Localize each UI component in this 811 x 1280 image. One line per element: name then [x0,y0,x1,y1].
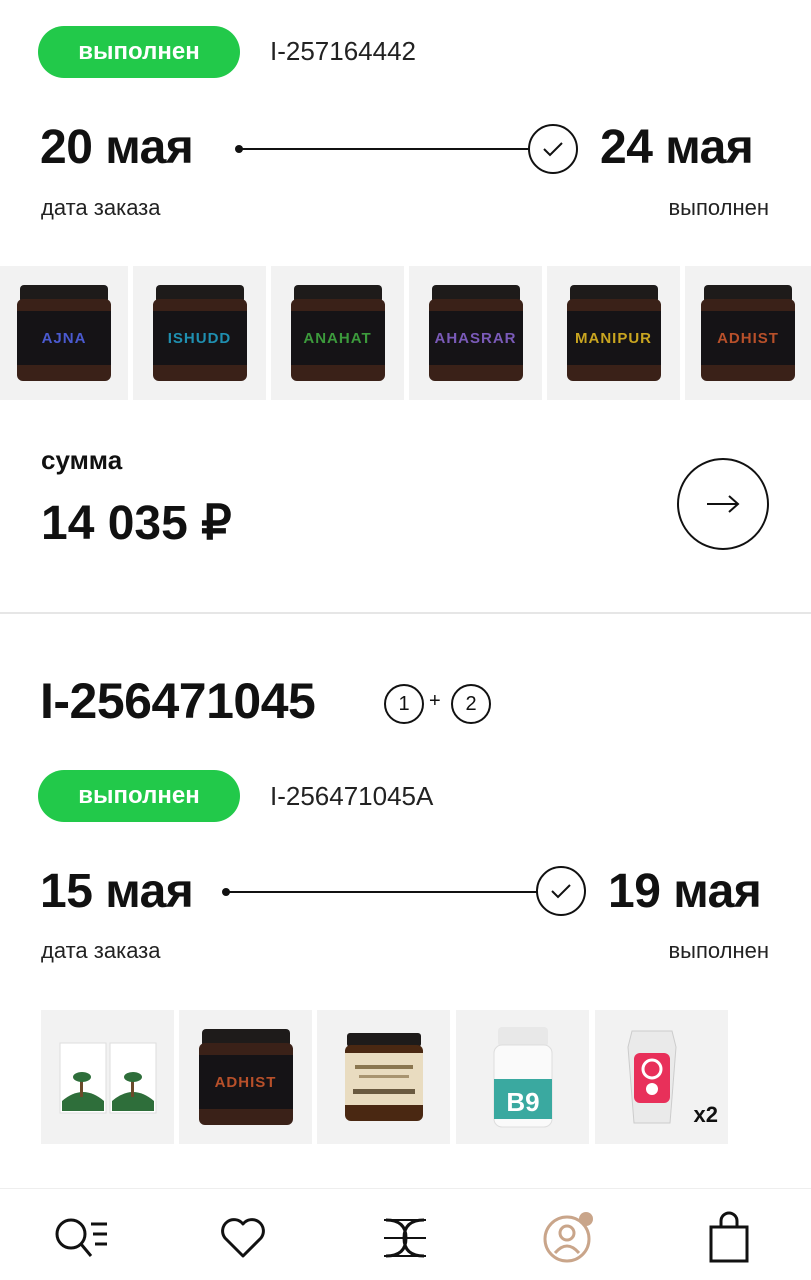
completion-date: 24 мая [600,121,754,174]
check-icon [528,124,578,174]
candle-jar-image: MANIPUR [566,285,661,381]
check-icon [536,866,586,916]
sum-value: 14 035 ₽ [41,497,232,550]
timeline-line [240,148,530,150]
profile-icon[interactable] [532,1206,602,1268]
sub-order-id: I-256471045A [270,781,434,811]
vanilla-candle-image [344,1033,423,1121]
product-thumbnail[interactable]: x2 [595,1010,728,1144]
status-badge: выполнен [38,26,240,78]
timeline-line [227,891,539,893]
cosmetic-pack-image [626,1030,677,1124]
brand-logo-icon[interactable] [370,1210,440,1266]
quantity-badge: x2 [693,1102,718,1127]
product-thumbnail[interactable]: AHASRAR [409,266,542,400]
shipment-count-badge: 1 [384,684,424,724]
completion-caption: выполнен [668,195,769,220]
completion-caption: выполнен [668,938,769,963]
candle-jar-image: ISHUDD [152,285,247,381]
search-catalog-icon[interactable] [46,1210,116,1266]
shipment-count-badge: 2 [451,684,491,724]
product-thumbnail[interactable]: ISHUDD [133,266,266,400]
heart-icon[interactable] [208,1210,278,1266]
product-thumbnail[interactable]: ADHIST [179,1010,312,1144]
product-thumbnail[interactable]: AJNA [0,266,128,400]
candle-jar-image: ADHIST [701,285,795,381]
vitamin-bottle-image: B9 [493,1027,552,1128]
product-thumbnail[interactable]: ADHIST [685,266,811,400]
cart-icon[interactable] [694,1208,764,1266]
product-thumbnail[interactable]: B9 [456,1010,589,1144]
candle-jar-image: AHASRAR [428,285,523,381]
product-thumbnail[interactable] [317,1010,450,1144]
arrow-right-icon [707,495,740,513]
order-date-caption: дата заказа [41,195,161,220]
product-thumbnail[interactable]: MANIPUR [547,266,680,400]
sub-order-id: I-257164442 [270,36,417,66]
tea-packs-image [59,1042,156,1114]
nav-divider [0,1188,811,1189]
open-order-button[interactable] [677,458,769,550]
candle-jar-image: AJNA [17,285,111,381]
candle-jar-image: ADHIST [198,1029,293,1125]
product-thumbnail[interactable] [41,1010,174,1144]
completion-date: 19 мая [608,865,762,918]
status-badge: выполнен [38,770,240,822]
sum-label: сумма [41,445,123,475]
order-date: 20 мая [40,121,194,174]
order-date-caption: дата заказа [41,938,161,963]
order-divider [0,612,811,614]
svg-text:B9: B9 [506,1087,539,1117]
shipment-plus: + [429,690,441,712]
order-date: 15 мая [40,865,194,918]
order-id: I-256471045 [40,673,316,729]
candle-jar-image: ANAHAT [290,285,385,381]
product-thumbnail[interactable]: ANAHAT [271,266,404,400]
